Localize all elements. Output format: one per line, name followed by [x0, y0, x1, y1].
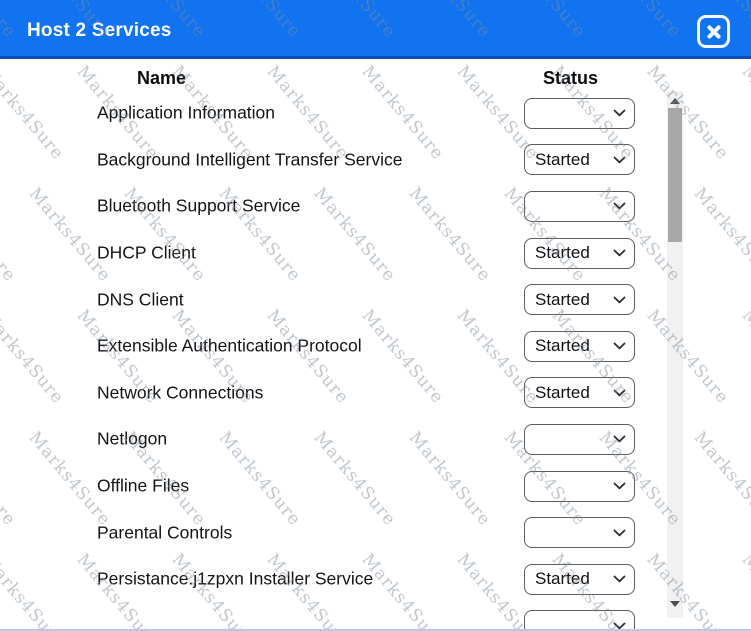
service-name: Network Connections [97, 382, 263, 403]
chevron-down-icon [613, 202, 626, 210]
chevron-down-icon [613, 156, 626, 164]
status-select-value: Started [535, 243, 590, 263]
status-select-value: Started [535, 336, 590, 356]
status-select[interactable]: Started [524, 284, 635, 315]
status-select[interactable]: Started [524, 377, 635, 408]
close-button[interactable] [697, 15, 730, 48]
chevron-down-icon [613, 342, 626, 350]
service-name: Parental Controls [97, 522, 232, 543]
status-select[interactable]: Started [524, 331, 635, 362]
status-select[interactable] [524, 610, 635, 631]
status-select[interactable]: Started [524, 238, 635, 269]
chevron-down-icon [613, 575, 626, 583]
scroll-down-icon[interactable] [670, 601, 680, 607]
status-select[interactable] [524, 517, 635, 548]
table-row: Offline Files [0, 463, 751, 510]
table-row: Parental Controls [0, 509, 751, 556]
column-header-name: Name [137, 68, 186, 89]
status-select[interactable] [524, 471, 635, 502]
status-select[interactable] [524, 98, 635, 129]
table-row: Extensible Authentication Protocol Start… [0, 323, 751, 370]
service-name: Offline Files [97, 476, 189, 497]
table-row [0, 603, 751, 631]
scrollbar-thumb[interactable] [668, 108, 682, 242]
status-select[interactable] [524, 424, 635, 455]
scroll-up-icon[interactable] [670, 98, 680, 104]
table-row: Network Connections Started [0, 370, 751, 417]
services-dialog: Host 2 Services Name Status Application … [0, 0, 751, 631]
column-header-status: Status [543, 68, 598, 89]
table-row: DNS Client Started [0, 276, 751, 323]
status-select-value: Started [535, 290, 590, 310]
table-row: Background Intelligent Transfer Service … [0, 137, 751, 184]
chevron-down-icon [613, 389, 626, 397]
service-name: Bluetooth Support Service [97, 196, 300, 217]
chevron-down-icon [613, 435, 626, 443]
dialog-title: Host 2 Services [27, 20, 172, 42]
table-row: Persistance.j1zpxn Installer Service Sta… [0, 556, 751, 603]
table-row: Bluetooth Support Service [0, 183, 751, 230]
table-row: DHCP Client Started [0, 230, 751, 277]
table-row: Netlogon [0, 416, 751, 463]
service-name: Background Intelligent Transfer Service [97, 149, 402, 170]
status-select[interactable]: Started [524, 144, 635, 175]
status-select-value: Started [535, 150, 590, 170]
service-name: Persistance.j1zpxn Installer Service [97, 569, 373, 590]
service-name: Extensible Authentication Protocol [97, 336, 362, 357]
status-select-value: Started [535, 569, 590, 589]
chevron-down-icon [613, 296, 626, 304]
chevron-down-icon [613, 529, 626, 537]
chevron-down-icon [613, 622, 626, 630]
service-name: DHCP Client [97, 243, 196, 264]
service-name: Application Information [97, 103, 275, 124]
status-select[interactable]: Started [524, 564, 635, 595]
chevron-down-icon [613, 249, 626, 257]
chevron-down-icon [613, 482, 626, 490]
dialog-titlebar: Host 2 Services [0, 0, 751, 59]
services-table: Application Information Background Intel… [0, 90, 751, 631]
table-row: Application Information [0, 90, 751, 137]
vertical-scrollbar[interactable] [667, 91, 683, 618]
status-select-value: Started [535, 383, 590, 403]
chevron-down-icon [613, 109, 626, 117]
service-name: DNS Client [97, 289, 184, 310]
status-select[interactable] [524, 191, 635, 222]
service-name: Netlogon [97, 429, 167, 450]
